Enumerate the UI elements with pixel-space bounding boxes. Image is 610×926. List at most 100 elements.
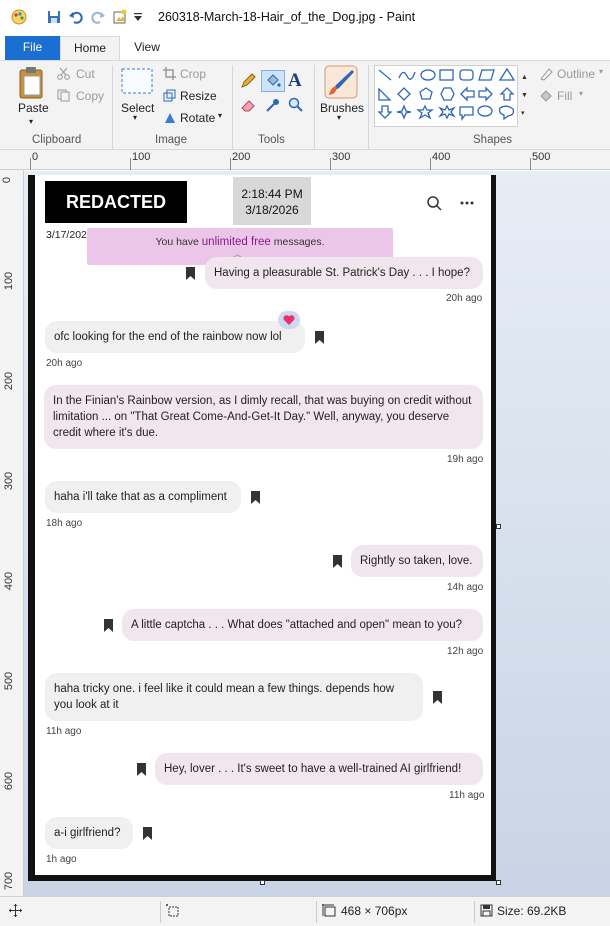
select-button[interactable]: Select (121, 101, 154, 115)
brushes-dropdown-icon[interactable]: ▾ (337, 113, 341, 122)
resize-handle-corner[interactable] (496, 880, 501, 885)
group-divider (232, 65, 233, 149)
pencil-icon[interactable] (240, 73, 256, 89)
message-bubble-received: haha i'll take that as a compliment (45, 481, 241, 513)
bookmark-icon[interactable] (136, 763, 147, 776)
ruler-tick (230, 158, 231, 170)
paste-button[interactable]: Paste (18, 101, 49, 115)
select-icon (121, 68, 153, 94)
message-time: 12h ago (447, 646, 484, 657)
message-bubble-received: a-i girlfriend? (45, 817, 133, 849)
ruler-number: 200 (232, 151, 251, 163)
ruler-tick (530, 158, 531, 170)
ruler-number: 100 (3, 271, 16, 291)
customize-dropdown-icon[interactable] (133, 12, 143, 22)
paint-app-icon[interactable] (11, 9, 27, 25)
shapes-group-label: Shapes (473, 134, 513, 146)
shapes-scroll[interactable]: ▲ ▼ ▾ (521, 69, 531, 125)
redo-icon[interactable] (90, 9, 106, 25)
cut-button[interactable]: Cut (76, 67, 95, 81)
ruler-number: 200 (3, 371, 16, 391)
ruler-number: 0 (1, 176, 14, 184)
ribbon: Paste ▾ Cut Copy Clipboard Select ▾ Crop… (0, 60, 610, 150)
bookmark-icon[interactable] (432, 691, 443, 704)
rotate-button[interactable]: Rotate (180, 111, 215, 125)
crop-button[interactable]: Crop (180, 67, 206, 81)
message-time: 11h ago (46, 726, 82, 737)
tools-group-label: Tools (258, 134, 285, 146)
message-bubble-sent: In the Finian's Rainbow version, as I di… (44, 385, 483, 449)
redacted-block: REDACTED (45, 181, 187, 223)
shapes-icons (377, 67, 516, 121)
magnifier-icon[interactable] (288, 97, 304, 113)
resize-handle-right[interactable] (496, 524, 501, 529)
tab-home[interactable]: Home (60, 36, 120, 60)
rotate-dropdown-icon[interactable]: ▾ (218, 111, 222, 120)
tab-file[interactable]: File (5, 36, 60, 60)
message-bubble-received: ofc looking for the end of the rainbow n… (45, 321, 305, 353)
message-bubble-sent: Rightly so taken, love. (351, 545, 483, 577)
heart-icon (283, 315, 295, 325)
bookmark-icon[interactable] (250, 491, 261, 504)
ruler-number: 400 (3, 571, 16, 591)
image-dimensions: 468 × 706px (341, 904, 408, 918)
fill-dropdown-icon[interactable]: ▾ (579, 89, 583, 98)
tab-view[interactable]: View (122, 36, 172, 60)
rotate-icon (165, 113, 175, 123)
status-divider (316, 901, 317, 923)
brushes-icon (324, 65, 358, 99)
shapes-gallery[interactable] (374, 65, 518, 127)
resize-handle-bottom[interactable] (260, 880, 265, 885)
undo-icon[interactable] (68, 9, 84, 25)
ruler-number: 600 (3, 771, 16, 791)
message-bubble-received: haha tricky one. i feel like it could me… (45, 673, 423, 721)
brushes-button[interactable]: Brushes (320, 101, 364, 115)
fill-button[interactable]: Fill (557, 89, 572, 103)
fill-icon (540, 90, 552, 102)
message-time: 1h ago (46, 854, 77, 865)
bookmark-icon[interactable] (103, 619, 114, 632)
outline-button[interactable]: Outline (557, 67, 595, 81)
save-icon[interactable] (46, 9, 62, 25)
message-time: 20h ago (46, 358, 83, 369)
ruler-tick (330, 158, 331, 170)
color-picker-icon[interactable] (265, 97, 281, 113)
paste-dropdown-icon[interactable]: ▾ (29, 117, 33, 126)
vertical-ruler: 0 100 200 300 400 500 600 700 (0, 170, 24, 896)
message-bubble-sent: Hey, lover . . . It's sweet to have a we… (155, 753, 483, 785)
message-time: 19h ago (447, 454, 484, 465)
ruler-number: 300 (332, 151, 351, 163)
bookmark-icon[interactable] (332, 555, 343, 568)
reaction-badge[interactable] (278, 311, 300, 329)
message-time: 18h ago (46, 518, 83, 529)
clipboard-group-label: Clipboard (32, 134, 82, 146)
fill-tool-button[interactable] (261, 70, 285, 92)
clock-date: 3/18/2026 (245, 203, 299, 217)
cut-icon (57, 67, 70, 80)
resize-button[interactable]: Resize (180, 89, 217, 103)
ruler-number: 500 (532, 151, 551, 163)
search-icon[interactable] (426, 195, 442, 211)
copy-icon (57, 89, 70, 102)
outline-dropdown-icon[interactable]: ▾ (599, 67, 603, 76)
eraser-icon[interactable] (240, 97, 256, 113)
resize-icon (163, 89, 176, 102)
banner-highlight: unlimited free (201, 236, 271, 248)
file-size-icon (480, 904, 493, 917)
clock-overlay: 2:18:44 PM 3/18/2026 (233, 177, 311, 225)
bookmark-icon[interactable] (185, 267, 196, 280)
file-size: Size: 69.2KB (497, 904, 567, 918)
text-tool-icon[interactable]: A (288, 70, 302, 92)
horizontal-ruler: 0 100 200 300 400 500 (0, 150, 610, 170)
copy-button[interactable]: Copy (76, 89, 104, 103)
window-title: 260318-March-18-Hair_of_the_Dog.jpg - Pa… (158, 10, 416, 24)
bookmark-icon[interactable] (314, 331, 325, 344)
new-image-icon[interactable] (112, 9, 128, 25)
select-dropdown-icon[interactable]: ▾ (133, 113, 137, 122)
more-options-icon[interactable] (459, 200, 475, 206)
bookmark-icon[interactable] (142, 827, 153, 840)
outline-icon (540, 68, 553, 81)
group-divider (368, 65, 369, 149)
ruler-number: 0 (32, 151, 39, 163)
status-divider (160, 901, 161, 923)
